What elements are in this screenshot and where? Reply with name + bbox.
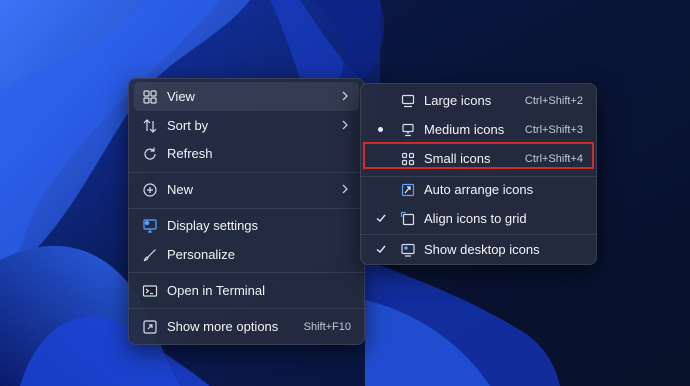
menu-item-label: Small icons	[424, 151, 491, 166]
plus-circle-icon	[142, 182, 158, 198]
refresh-icon	[142, 146, 158, 162]
menu-item-label: Show more options	[167, 319, 279, 334]
menu-item-shortcut: Ctrl+Shift+3	[524, 124, 583, 136]
brush-icon	[142, 247, 158, 263]
menu-separator	[129, 172, 364, 173]
menu-item-label: Open in Terminal	[167, 283, 266, 298]
chevron-right-icon	[341, 89, 349, 103]
menu-item-label: Display settings	[167, 218, 259, 233]
menu-item-small-icons[interactable]: Small icons Ctrl+Shift+4	[366, 144, 591, 173]
menu-item-label: New	[167, 182, 194, 197]
auto-arrange-icon	[400, 182, 416, 198]
menu-item-align-icons-to-grid[interactable]: Align icons to grid	[366, 204, 591, 233]
menu-item-sort-by[interactable]: Sort by	[134, 111, 359, 140]
menu-item-label: View	[167, 89, 195, 104]
menu-item-label: Large icons	[424, 93, 492, 108]
menu-separator	[129, 308, 364, 309]
menu-item-refresh[interactable]: Refresh	[134, 139, 359, 168]
menu-item-label: Align icons to grid	[424, 211, 527, 226]
menu-item-open-in-terminal[interactable]: Open in Terminal	[134, 276, 359, 305]
terminal-icon	[142, 283, 158, 299]
menu-item-medium-icons[interactable]: Medium icons Ctrl+Shift+3	[366, 115, 591, 144]
menu-item-label: Personalize	[167, 247, 235, 262]
checkmark-icon	[375, 243, 387, 255]
checkmark-icon	[375, 212, 387, 224]
align-grid-icon	[400, 211, 416, 227]
monitor-stand-icon	[400, 122, 416, 138]
chevron-right-icon	[341, 118, 349, 132]
menu-item-view[interactable]: View	[134, 82, 359, 111]
chevron-right-icon	[341, 182, 349, 196]
view-submenu: Large icons Ctrl+Shift+2 Medium icons Ct…	[360, 83, 597, 265]
menu-item-label: Sort by	[167, 118, 209, 133]
menu-item-show-more-options[interactable]: Show more options Shift+F10	[134, 312, 359, 341]
menu-item-label: Show desktop icons	[424, 242, 540, 257]
view-grid-icon	[142, 89, 158, 105]
menu-item-label: Refresh	[167, 146, 213, 161]
menu-item-display-settings[interactable]: Display settings	[134, 211, 359, 240]
selected-bullet-icon	[378, 127, 383, 132]
menu-item-auto-arrange-icons[interactable]: Auto arrange icons	[366, 175, 591, 204]
menu-item-large-icons[interactable]: Large icons Ctrl+Shift+2	[366, 86, 591, 115]
monitor-icon	[400, 93, 416, 109]
menu-item-label: Medium icons	[424, 122, 505, 137]
menu-item-new[interactable]: New	[134, 175, 359, 204]
menu-separator	[129, 272, 364, 273]
menu-item-shortcut: Shift+F10	[303, 321, 351, 333]
menu-item-shortcut: Ctrl+Shift+4	[524, 153, 583, 165]
sort-arrows-icon	[142, 118, 158, 134]
menu-separator	[129, 208, 364, 209]
display-settings-icon	[142, 218, 158, 234]
menu-item-shortcut: Ctrl+Shift+2	[524, 95, 583, 107]
more-options-icon	[142, 319, 158, 335]
menu-item-label: Auto arrange icons	[424, 182, 534, 197]
small-grid-icon	[400, 151, 416, 167]
desktop-icon	[400, 242, 416, 258]
desktop-context-menu: View Sort by Refresh New Display setting…	[128, 78, 365, 345]
menu-item-show-desktop-icons[interactable]: Show desktop icons	[366, 235, 591, 264]
menu-item-personalize[interactable]: Personalize	[134, 240, 359, 269]
